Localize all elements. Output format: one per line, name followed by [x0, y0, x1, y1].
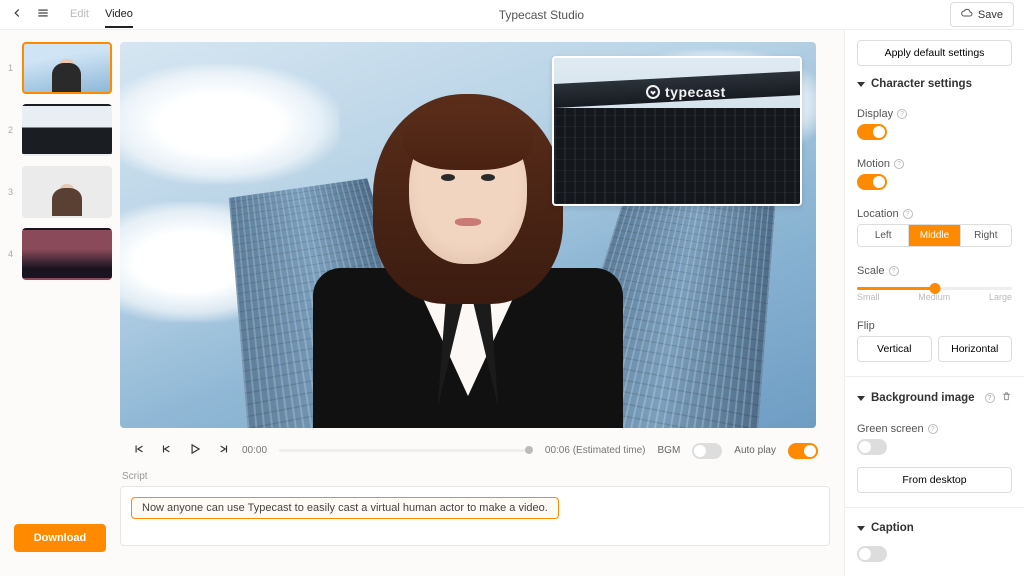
- thumbnail-2[interactable]: 2: [8, 104, 112, 156]
- autoplay-toggle[interactable]: [788, 443, 818, 459]
- pip-logo: typecast: [646, 84, 726, 100]
- top-bar: Edit Video Typecast Studio Save: [0, 0, 1024, 30]
- location-middle[interactable]: Middle: [908, 225, 959, 246]
- info-icon[interactable]: ?: [889, 266, 899, 276]
- section-background[interactable]: Background image?: [857, 392, 995, 404]
- top-bar-left: Edit Video: [10, 2, 133, 28]
- tab-video[interactable]: Video: [105, 2, 133, 28]
- thumb-number: 4: [8, 249, 16, 259]
- time-end: 00:06 (Estimated time): [545, 445, 646, 456]
- bgm-toggle[interactable]: [692, 443, 722, 459]
- divider: [845, 376, 1024, 377]
- thumb-preview: [22, 166, 112, 218]
- thumb-preview: [22, 228, 112, 280]
- thumb-number: 3: [8, 187, 16, 197]
- script-box[interactable]: Now anyone can use Typecast to easily ca…: [120, 486, 830, 546]
- bgm-label: BGM: [658, 445, 681, 456]
- section-character[interactable]: Character settings: [857, 78, 1012, 90]
- bg-cloud: [120, 64, 340, 184]
- info-icon[interactable]: ?: [894, 159, 904, 169]
- download-button[interactable]: Download: [14, 524, 106, 552]
- flip-label: Flip: [857, 320, 1012, 332]
- playback-controls: [132, 442, 230, 459]
- location-segmented: Left Middle Right: [857, 224, 1012, 247]
- editor-center: typecast 00:00 00:06 (Estimated time) BG…: [120, 30, 844, 576]
- scale-label: Scale?: [857, 265, 1012, 277]
- thumb-number: 1: [8, 63, 16, 73]
- chevron-down-icon: [857, 396, 865, 401]
- menu-icon[interactable]: [36, 6, 50, 23]
- tab-edit[interactable]: Edit: [70, 2, 89, 28]
- info-icon[interactable]: ?: [903, 209, 913, 219]
- location-left[interactable]: Left: [858, 225, 908, 246]
- location-right[interactable]: Right: [960, 225, 1011, 246]
- display-label: Display?: [857, 108, 1012, 120]
- thumb-number: 2: [8, 125, 16, 135]
- app-title: Typecast Studio: [133, 8, 950, 22]
- mode-tabs: Edit Video: [70, 2, 133, 28]
- thumbnail-4[interactable]: 4: [8, 228, 112, 280]
- chevron-down-icon: [857, 526, 865, 531]
- next-icon[interactable]: [216, 442, 230, 459]
- thumbnail-1[interactable]: 1: [8, 42, 112, 94]
- info-icon[interactable]: ?: [897, 109, 907, 119]
- picture-in-picture[interactable]: typecast: [552, 56, 802, 206]
- script-label: Script: [122, 471, 830, 482]
- thumb-preview: [22, 104, 112, 156]
- slide-thumbnails: 1 2 3 4 Download: [0, 30, 120, 576]
- scale-slider[interactable]: [857, 287, 1012, 290]
- chevron-down-icon: [857, 82, 865, 87]
- autoplay-label: Auto play: [734, 445, 776, 456]
- flip-horizontal-button[interactable]: Horizontal: [938, 336, 1013, 362]
- video-canvas[interactable]: typecast: [120, 42, 816, 428]
- display-toggle[interactable]: [857, 124, 887, 140]
- thumb-preview: [22, 42, 112, 94]
- from-desktop-button[interactable]: From desktop: [857, 467, 1012, 493]
- divider: [845, 507, 1024, 508]
- motion-toggle[interactable]: [857, 174, 887, 190]
- info-icon[interactable]: ?: [985, 393, 995, 403]
- main-area: 1 2 3 4 Download: [0, 30, 1024, 576]
- flip-vertical-button[interactable]: Vertical: [857, 336, 932, 362]
- save-button[interactable]: Save: [950, 2, 1014, 27]
- apply-default-button[interactable]: Apply default settings: [857, 40, 1012, 66]
- green-screen-label: Green screen?: [857, 423, 1012, 435]
- green-screen-toggle[interactable]: [857, 439, 887, 455]
- caption-toggle[interactable]: [857, 546, 887, 562]
- motion-label: Motion?: [857, 158, 1012, 170]
- playback-bar: 00:00 00:06 (Estimated time) BGM Auto pl…: [120, 434, 830, 467]
- location-label: Location?: [857, 208, 1012, 220]
- cloud-icon: [961, 7, 973, 22]
- thumbnail-3[interactable]: 3: [8, 166, 112, 218]
- info-icon[interactable]: ?: [928, 424, 938, 434]
- skip-start-icon[interactable]: [132, 442, 146, 459]
- save-label: Save: [978, 9, 1003, 21]
- time-current: 00:00: [242, 445, 267, 456]
- script-line[interactable]: Now anyone can use Typecast to easily ca…: [131, 497, 559, 519]
- trash-icon[interactable]: [1001, 391, 1012, 405]
- section-caption[interactable]: Caption: [857, 522, 1012, 534]
- back-icon[interactable]: [10, 6, 24, 23]
- seek-track[interactable]: [279, 449, 533, 452]
- settings-panel: Apply default settings Character setting…: [844, 30, 1024, 576]
- prev-icon[interactable]: [160, 442, 174, 459]
- play-icon[interactable]: [188, 442, 202, 459]
